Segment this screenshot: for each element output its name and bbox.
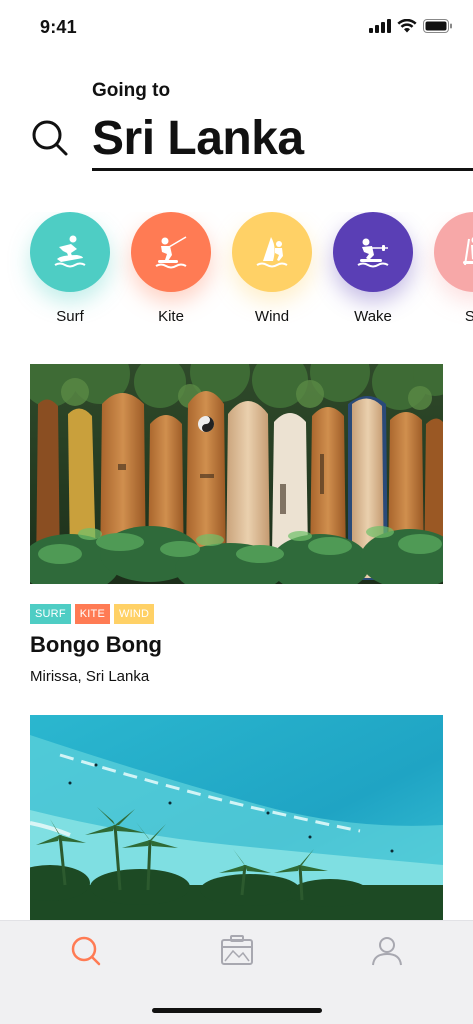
kitesurfer-icon [131,212,211,292]
destination-underline [92,168,473,171]
signal-icon [369,19,391,33]
wakeboarder-icon [333,212,413,292]
category-carousel[interactable]: Surf Kite Wind Wake S [0,212,473,332]
search-tab-icon[interactable] [68,933,104,969]
going-to-label: Going to [92,80,171,101]
spot-title[interactable]: Bongo Bong [30,632,162,658]
status-time: 9:41 [40,17,77,37]
windsurfer-icon [232,212,312,292]
tag-wind: WIND [114,604,155,624]
spot-location: Mirissa, Sri Lanka [30,668,150,685]
category-wake[interactable]: Wake [332,212,414,325]
status-icons [369,19,453,33]
tag-kite: KITE [74,604,110,624]
category-label: Surf [56,308,84,325]
battery-icon [423,19,452,33]
category-wind[interactable]: Wind [231,212,313,325]
category-label: Kite [158,308,184,325]
spot-card-image[interactable] [30,715,443,920]
wifi-icon [397,19,417,33]
category-kite[interactable]: Kite [130,212,212,325]
trips-tab-icon[interactable] [219,933,255,969]
category-label: Su [464,308,473,325]
tag-surf: SURF [30,604,71,624]
spot-card-image[interactable] [30,364,443,584]
tag-list: SURF KITE WIND [30,604,155,624]
category-label: Wind [254,308,290,325]
category-label: Wake [354,308,392,325]
sup-icon [434,212,473,292]
surfer-icon [30,212,110,292]
category-surf[interactable]: Surf [29,212,111,325]
surfboards-photo [30,364,443,584]
home-indicator [152,1008,322,1013]
status-bar: 9:41 [0,0,473,56]
category-sup[interactable]: Su [433,212,473,325]
profile-tab-icon[interactable] [369,933,405,969]
beach-aerial-photo [30,715,443,920]
search-icon[interactable] [30,118,70,158]
destination-input[interactable]: Sri Lanka [92,112,304,166]
